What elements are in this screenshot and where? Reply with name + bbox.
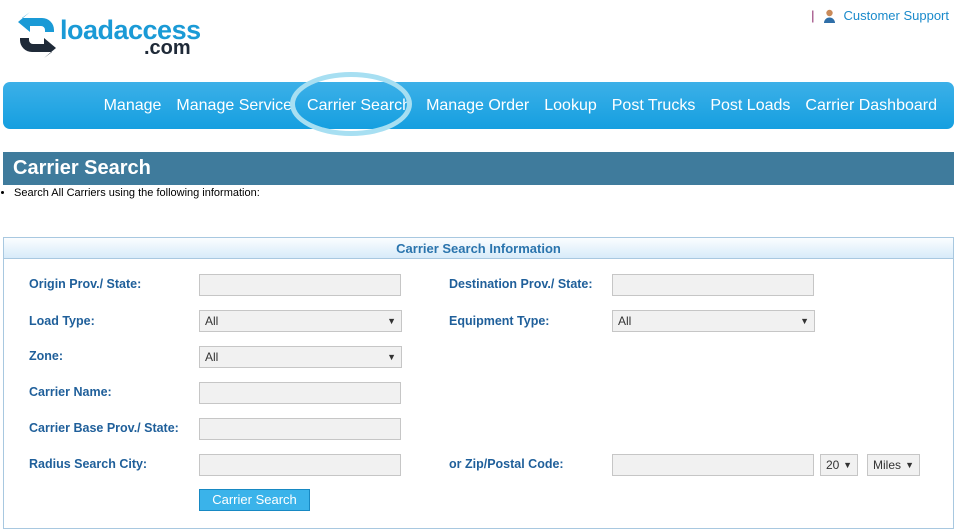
equipment-type-label: Equipment Type: (449, 314, 550, 328)
equipment-type-value: All (618, 314, 632, 328)
main-nav: Manage Manage Service Carrier Search Man… (3, 82, 954, 129)
top-links: | Customer Support (811, 8, 949, 23)
carrier-base-label: Carrier Base Prov./ State: (29, 421, 179, 435)
intro-list: Search All Carriers using the following … (3, 187, 260, 199)
carrier-name-input[interactable] (199, 382, 401, 404)
radius-distance-select[interactable]: 20 ▼ (820, 454, 858, 476)
zip-input[interactable] (612, 454, 814, 476)
nav-item-post-trucks[interactable]: Post Trucks (612, 97, 696, 115)
nav-item-post-loads[interactable]: Post Loads (710, 97, 790, 115)
zone-value: All (205, 350, 219, 364)
link-separator: | (811, 8, 815, 23)
radius-city-input[interactable] (199, 454, 401, 476)
chevron-down-icon: ▼ (843, 460, 852, 470)
zone-label: Zone: (29, 349, 64, 363)
radius-city-label: Radius Search City: (29, 457, 148, 471)
origin-label: Origin Prov./ State: (29, 277, 142, 291)
nav-item-manage-service[interactable]: Manage Service (176, 97, 292, 115)
intro-text: Search All Carriers using the following … (14, 187, 260, 199)
customer-support-link[interactable]: Customer Support (844, 8, 950, 23)
logo-tld: .com (144, 37, 191, 59)
chevron-down-icon: ▼ (387, 316, 396, 326)
carrier-search-button[interactable]: Carrier Search (199, 489, 310, 511)
carrier-name-label: Carrier Name: (29, 385, 112, 399)
carrier-base-input[interactable] (199, 418, 401, 440)
origin-input[interactable] (199, 274, 401, 296)
nav-item-carrier-dashboard[interactable]: Carrier Dashboard (805, 97, 937, 115)
nav-item-lookup[interactable]: Lookup (544, 97, 597, 115)
panel-title: Carrier Search Information (4, 238, 953, 259)
load-type-select[interactable]: All ▼ (199, 310, 402, 332)
chevron-down-icon: ▼ (905, 460, 914, 470)
destination-input[interactable] (612, 274, 814, 296)
nav-item-carrier-search[interactable]: Carrier Search (307, 97, 411, 115)
equipment-type-select[interactable]: All ▼ (612, 310, 815, 332)
zip-label: or Zip/Postal Code: (449, 457, 564, 471)
radius-unit-value: Miles (873, 458, 902, 472)
radius-distance-value: 20 (826, 458, 840, 472)
logo-arrows-icon (18, 12, 56, 58)
destination-label: Destination Prov./ State: (449, 277, 593, 291)
load-type-label: Load Type: (29, 314, 95, 328)
chevron-down-icon: ▼ (387, 352, 396, 362)
zone-select[interactable]: All ▼ (199, 346, 402, 368)
page-title: Carrier Search (3, 152, 954, 185)
load-type-value: All (205, 314, 219, 328)
nav-item-manage-order[interactable]: Manage Order (426, 97, 529, 115)
site-logo[interactable]: loadaccess .com (16, 12, 201, 60)
user-icon (823, 9, 835, 23)
radius-unit-select[interactable]: Miles ▼ (867, 454, 920, 476)
nav-item-manage[interactable]: Manage (104, 97, 162, 115)
chevron-down-icon: ▼ (800, 316, 809, 326)
